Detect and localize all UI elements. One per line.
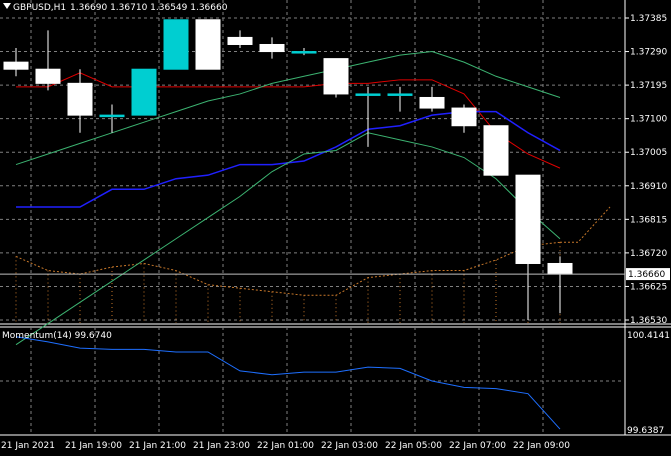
ohlc-values: 1.36690 1.36710 1.36549 1.36660 (70, 3, 228, 13)
time-tick-label: 21 Jan 2021 (1, 441, 55, 451)
time-tick-label: 21 Jan 23:00 (193, 441, 250, 451)
bull-candle (291, 51, 317, 54)
price-tick-label: 1.36720 (630, 249, 667, 259)
time-tick-label: 22 Jan 07:00 (449, 441, 506, 451)
bull-candle (99, 114, 125, 118)
bull-candle (131, 68, 157, 116)
bear-candle (515, 174, 541, 264)
time-tick-label: 22 Jan 09:00 (513, 441, 570, 451)
bear-candle (67, 82, 93, 116)
bear-candle (483, 125, 509, 176)
price-tick-label: 1.37100 (630, 115, 667, 125)
bear-candle (547, 262, 573, 275)
time-tick-label: 22 Jan 01:00 (257, 441, 314, 451)
time-tick-label: 21 Jan 21:00 (129, 441, 186, 451)
bear-candle (323, 58, 349, 95)
price-tick-label: 1.36530 (630, 316, 667, 326)
bear-candle (419, 96, 445, 109)
bull-candle (355, 93, 381, 96)
chart-canvas[interactable]: 1.37385 1.37290 1.37195 1.37100 1.37005 1.369… (0, 0, 671, 456)
price-tick-label: 1.37005 (630, 148, 667, 158)
price-tick-label: 1.36625 (630, 282, 667, 292)
bear-candle (259, 43, 285, 53)
time-tick-label: 22 Jan 03:00 (321, 441, 378, 451)
price-tick-label: 1.36815 (630, 215, 667, 225)
time-tick-label: 22 Jan 05:00 (385, 441, 442, 451)
momentum-axis-top: 100.4141 (627, 331, 670, 341)
bear-candle (35, 68, 61, 84)
bull-candle (387, 93, 413, 96)
price-tick-label: 1.37290 (630, 48, 667, 58)
price-tick-label: 1.37195 (630, 81, 667, 91)
symbol-timeframe: GBPUSD,H1 (13, 3, 66, 13)
bear-candle (195, 19, 221, 70)
momentum-label: Momentum(14) 99.6740 (2, 331, 112, 341)
current-price-label: 1.36660 (628, 270, 665, 280)
bear-candle (451, 107, 477, 127)
momentum-axis-bottom: 99.6387 (627, 426, 664, 436)
time-tick-label: 21 Jan 19:00 (65, 441, 122, 451)
price-tick-label: 1.36910 (630, 182, 667, 192)
bear-candle (3, 61, 29, 70)
price-tick-label: 1.37385 (630, 14, 667, 24)
bear-candle (227, 36, 253, 45)
bull-candle (163, 19, 189, 70)
